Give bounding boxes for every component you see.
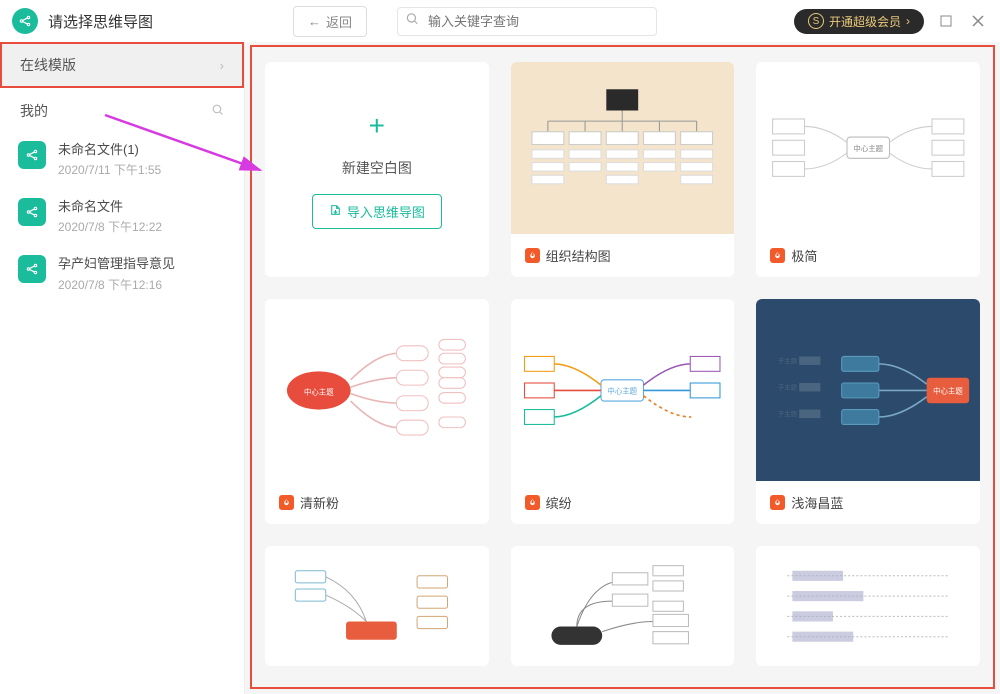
main-panel: + 新建空白图 导入思维导图 (245, 42, 1000, 694)
file-time: 2020/7/11 下午1:55 (58, 161, 161, 178)
template-thumbnail: 中心主题 (265, 299, 489, 481)
mindmap-icon (18, 141, 46, 169)
mindmap-icon (18, 255, 46, 283)
svg-text:中心主题: 中心主题 (853, 143, 883, 153)
file-item[interactable]: 未命名文件 2020/7/8 下午12:22 (0, 188, 244, 245)
sidebar-item-online-templates[interactable]: 在线模版 › (0, 42, 244, 88)
template-label: 清新粉 (300, 493, 339, 512)
file-name: 未命名文件 (58, 198, 162, 216)
header: 请选择思维导图 ← 返回 S 开通超级会员 › (0, 0, 1000, 42)
sidebar: 在线模版 › 我的 未命名文件(1) 2020/7/11 下午1:55 未命名 (0, 42, 245, 694)
search-icon[interactable] (211, 103, 224, 119)
file-time: 2020/7/8 下午12:16 (58, 276, 175, 293)
import-icon (329, 204, 342, 220)
back-button[interactable]: ← 返回 (293, 6, 367, 37)
sidebar-section-my: 我的 (0, 88, 244, 131)
template-label: 缤纷 (546, 493, 572, 512)
sidebar-item-label: 在线模版 (20, 55, 76, 75)
template-thumbnail (511, 546, 735, 666)
close-button[interactable] (968, 11, 988, 31)
template-card-blue-sea[interactable]: 中心主题 子主题 子主题 子主题 (756, 299, 980, 524)
file-time: 2020/7/8 下午12:22 (58, 218, 162, 235)
create-blank-card[interactable]: + 新建空白图 导入思维导图 (265, 62, 489, 277)
file-item[interactable]: 孕产妇管理指导意见 2020/7/8 下午12:16 (0, 245, 244, 302)
app-logo (12, 8, 38, 34)
search-input[interactable] (397, 7, 657, 36)
page-title: 请选择思维导图 (48, 11, 153, 32)
mindmap-icon (18, 198, 46, 226)
vip-crown-icon: S (808, 13, 824, 29)
hot-icon (525, 495, 540, 510)
file-name: 孕产妇管理指导意见 (58, 255, 175, 273)
svg-text:子主题: 子主题 (778, 382, 798, 391)
template-card-partial[interactable] (511, 546, 735, 666)
file-name: 未命名文件(1) (58, 141, 161, 159)
svg-text:中心主题: 中心主题 (608, 385, 638, 395)
import-button[interactable]: 导入思维导图 (312, 194, 442, 229)
arrow-left-icon: ← (308, 14, 321, 29)
template-card-partial[interactable] (265, 546, 489, 666)
template-label: 极简 (791, 246, 817, 265)
template-card-partial[interactable] (756, 546, 980, 666)
template-label: 组织结构图 (546, 246, 611, 265)
hot-icon (525, 248, 540, 263)
template-thumbnail: 中心主题 子主题 子主题 子主题 (756, 299, 980, 481)
search-box (397, 7, 657, 36)
template-card-colorful[interactable]: 中心主题 缤纷 (511, 299, 735, 524)
sidebar-item-label: 我的 (20, 101, 48, 121)
template-thumbnail (511, 62, 735, 234)
create-label: 新建空白图 (342, 158, 412, 178)
template-card-fresh-pink[interactable]: 中心主题 (265, 299, 489, 524)
template-label: 浅海昌蓝 (791, 493, 843, 512)
template-card-minimal[interactable]: 中心主题 极简 (756, 62, 980, 277)
search-icon (405, 12, 419, 31)
import-label: 导入思维导图 (347, 202, 425, 221)
svg-text:中心主题: 中心主题 (304, 386, 334, 396)
template-thumbnail (265, 546, 489, 666)
back-label: 返回 (326, 12, 352, 31)
svg-text:子主题: 子主题 (778, 355, 798, 364)
hot-icon (279, 495, 294, 510)
svg-text:中心主题: 中心主题 (933, 385, 963, 395)
dot-icon: › (906, 14, 910, 28)
minimize-button[interactable] (936, 11, 956, 31)
plus-icon: + (369, 110, 385, 142)
vip-badge[interactable]: S 开通超级会员 › (794, 9, 924, 34)
template-thumbnail: 中心主题 (756, 62, 980, 234)
hot-icon (770, 248, 785, 263)
chevron-right-icon: › (220, 58, 224, 73)
vip-label: 开通超级会员 (829, 13, 901, 30)
svg-text:子主题: 子主题 (778, 408, 798, 417)
template-thumbnail: 中心主题 (511, 299, 735, 481)
hot-icon (770, 495, 785, 510)
template-card-org-chart[interactable]: 组织结构图 (511, 62, 735, 277)
template-thumbnail (756, 546, 980, 666)
file-item[interactable]: 未命名文件(1) 2020/7/11 下午1:55 (0, 131, 244, 188)
